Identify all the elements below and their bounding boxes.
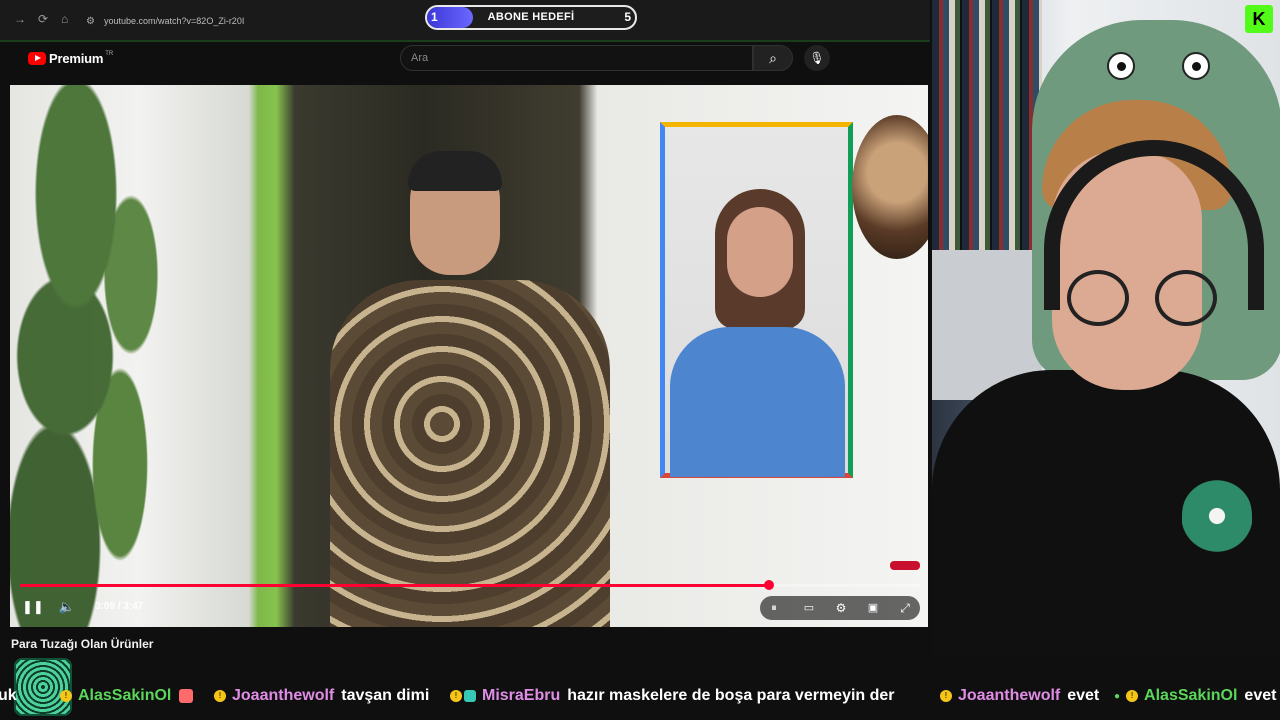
coin-icon: ! [214, 690, 226, 702]
subscriber-goal-bar: 1 ABONE HEDEFİ 5 [425, 5, 637, 30]
kick-logo-icon: K [1245, 5, 1273, 33]
rabbit-portrait [852, 115, 928, 259]
pip-face [727, 207, 793, 297]
ticker-message: ! MisraEbru hazır maskelere de boşa para… [450, 687, 895, 705]
search-button[interactable]: ⌕ [753, 45, 793, 71]
plant-scene [10, 85, 230, 627]
webcam-feed [932, 0, 1280, 658]
stream-layout: → ⟳ ⌂ ⚙ youtube.com/watch?v=82O_Zi-r20I 1… [0, 0, 1280, 720]
emote-icon [464, 690, 476, 702]
ticker-message: ! Joaanthewolf tavşan dimi [214, 687, 429, 705]
settings-gear-icon[interactable]: ⚙ [832, 598, 850, 618]
ticker-text: hazır maskelere de boşa para vermeyin de… [567, 687, 895, 704]
video-player[interactable] [10, 85, 928, 627]
chat-ticker: uk ! AlasSakinOl ! Joaanthewolf tavşan d… [0, 672, 1280, 720]
fullscreen-icon[interactable]: ⤢ [896, 598, 914, 618]
brand-region: TR [105, 51, 114, 57]
presenter-hair [408, 151, 502, 191]
hoodie-flower-print [1182, 480, 1252, 570]
seek-bar-played [20, 584, 770, 587]
ticker-message: ● ! AlasSakinOl evet [1114, 687, 1276, 705]
video-time: 3:09 / 3:47 [95, 601, 144, 612]
ticker-username: AlasSakinOl [1144, 687, 1238, 704]
seek-bar[interactable] [20, 580, 920, 590]
reload-icon[interactable]: ⟳ [38, 12, 48, 26]
autoplay-toggle-icon[interactable]: ⏸ [765, 598, 783, 618]
youtube-header: Premium TR Ara ⌕ 🎙 [10, 42, 928, 84]
streamer-hoodie [932, 370, 1280, 658]
pip-blouse [670, 327, 845, 477]
address-bar[interactable]: ⚙ youtube.com/watch?v=82O_Zi-r20I [86, 10, 386, 32]
url-text: youtube.com/watch?v=82O_Zi-r20I [104, 16, 245, 26]
ticker-fragment-text: uk [0, 687, 17, 704]
theater-mode-icon[interactable]: ▣ [864, 598, 882, 618]
presenter-shirt [330, 280, 610, 627]
site-settings-icon[interactable]: ⚙ [86, 11, 98, 33]
plush-eye-right [1182, 52, 1210, 80]
coin-icon: ! [1126, 690, 1139, 702]
ticker-username: Joaanthewolf [232, 687, 335, 704]
forward-icon[interactable]: → [14, 12, 26, 26]
voice-search-button[interactable]: 🎙 [804, 45, 830, 71]
bookshelf [932, 0, 1042, 250]
volume-icon[interactable]: 🔈 [56, 597, 78, 617]
brand-label: Premium [49, 51, 104, 66]
subtitles-icon[interactable]: ▭ [800, 598, 818, 618]
ticker-text: tavşan dimi [341, 687, 430, 704]
home-icon[interactable]: ⌂ [61, 12, 68, 26]
coin-icon: ! [450, 690, 462, 702]
youtube-premium-logo[interactable]: Premium TR [28, 51, 113, 66]
ticker-fragment: uk [0, 687, 17, 705]
subscribe-watermark[interactable] [890, 561, 920, 570]
youtube-play-icon [28, 52, 46, 65]
video-title: Para Tuzağı Olan Ürünler [11, 637, 154, 651]
search-icon: ⌕ [769, 50, 777, 66]
ticker-username: MisraEbru [482, 687, 561, 704]
ticker-text: evet [1244, 687, 1277, 704]
player-settings-bar: ⏸ ▭ ⚙ ▣ ⤢ [760, 596, 920, 620]
ticker-username: Joaanthewolf [958, 687, 1061, 704]
emote-icon [179, 689, 194, 703]
ticker-message: ! Joaanthewolf evet [940, 687, 1099, 705]
goal-target: 5 [624, 10, 631, 24]
search-input[interactable]: Ara [400, 45, 753, 71]
coin-icon: ! [60, 690, 72, 702]
mic-icon: 🎙 [809, 51, 825, 65]
ticker-message: ! AlasSakinOl [60, 687, 199, 705]
coin-icon: ! [940, 690, 952, 702]
ticker-text: evet [1067, 687, 1100, 704]
plush-eye-left [1107, 52, 1135, 80]
picture-in-picture-frame [660, 122, 853, 478]
pause-icon[interactable]: ❚❚ [22, 597, 44, 617]
separator-dot-icon: ● [1114, 690, 1121, 702]
presenter-figure [300, 151, 660, 627]
goal-label: ABONE HEDEFİ [487, 11, 575, 23]
ticker-username: AlasSakinOl [78, 687, 172, 704]
